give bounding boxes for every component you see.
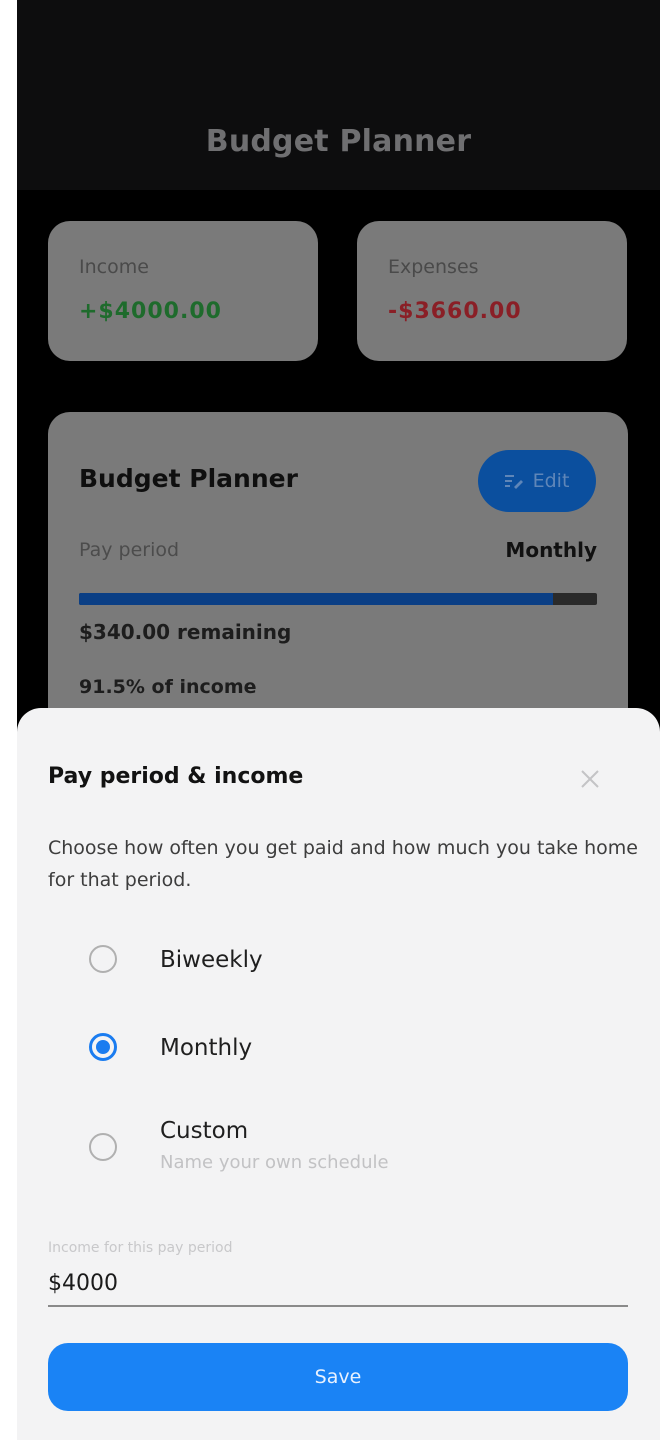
edit-button-label: Edit [532,470,570,492]
percent-of-income: 91.5% of income [79,676,257,698]
save-button[interactable]: Save [48,1343,628,1411]
sheet-description: Choose how often you get paid and how mu… [48,837,638,891]
remaining-amount: $340.00 remaining [79,620,292,644]
edit-button[interactable]: Edit [478,450,596,512]
pay-period-row: Pay period Monthly [79,538,597,562]
option-monthly-label: Monthly [160,1035,253,1061]
income-value: +$4000.00 [79,299,222,324]
radio-biweekly[interactable] [89,945,117,973]
app-screen: Budget Planner Income +$4000.00 Expenses… [17,0,660,1440]
option-custom[interactable]: Custom Name your own schedule [89,1116,389,1173]
income-field[interactable] [48,1261,628,1307]
option-monthly[interactable]: Monthly [89,1033,252,1063]
option-custom-sub: Name your own schedule [160,1152,389,1173]
option-custom-label: Custom [160,1118,249,1144]
expenses-label: Expenses [388,256,479,278]
radio-monthly[interactable] [89,1033,117,1061]
income-card: Income +$4000.00 [48,221,318,361]
income-field-label: Income for this pay period [48,1240,233,1256]
close-icon[interactable] [577,766,603,792]
edit-icon [504,475,523,489]
app-header: Budget Planner [17,0,660,190]
page-title: Budget Planner [205,124,472,159]
expenses-card: Expenses -$3660.00 [357,221,627,361]
budget-progress-bar [79,593,597,605]
income-label: Income [79,256,149,278]
option-biweekly-label: Biweekly [160,947,263,973]
planner-title: Budget Planner [79,464,298,493]
expenses-value: -$3660.00 [388,299,522,324]
pay-period-value: Monthly [505,538,597,562]
pay-period-label: Pay period [79,539,180,561]
radio-custom[interactable] [89,1133,117,1161]
sheet-title: Pay period & income [48,764,304,789]
option-biweekly[interactable]: Biweekly [89,945,263,975]
budget-progress-fill [79,593,553,605]
pay-period-sheet: Pay period & income Choose how often you… [17,708,660,1440]
